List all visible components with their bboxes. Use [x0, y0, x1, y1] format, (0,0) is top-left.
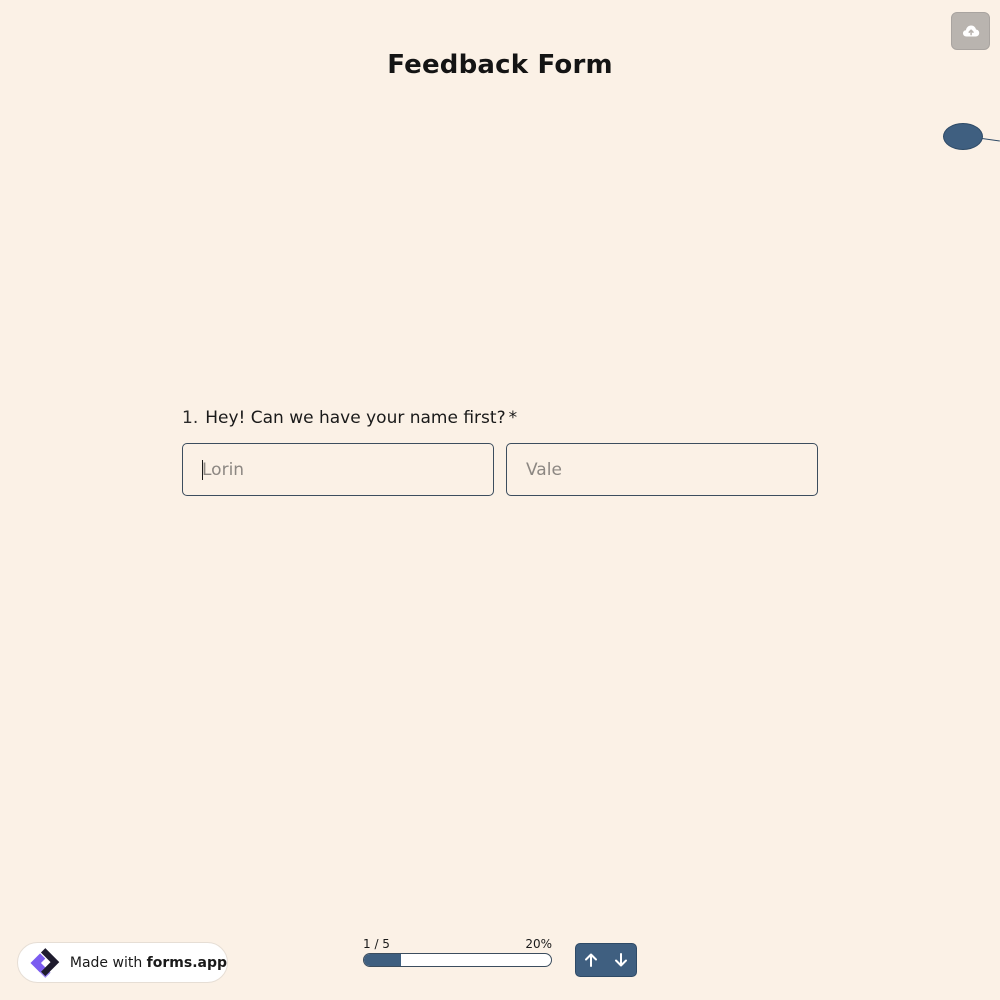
- progress-bar-fill: [364, 954, 402, 966]
- progress-labels: 1 / 5 20%: [363, 936, 552, 952]
- form-page: Feedback Form 1. Hey! Can we have your n…: [0, 0, 1000, 1000]
- made-with-badge[interactable]: Made with forms.app: [17, 942, 228, 983]
- decorative-line: [981, 138, 1000, 142]
- text-caret: [202, 460, 203, 480]
- arrow-down-icon: [615, 953, 627, 967]
- question-text-content: Hey! Can we have your name first?: [205, 408, 506, 428]
- badge-text: Made with forms.app: [70, 955, 227, 971]
- question-navigation: [575, 943, 637, 977]
- progress-step-label: 1 / 5: [363, 937, 390, 951]
- forms-app-logo-icon: [30, 947, 60, 978]
- progress-bar: [363, 953, 552, 967]
- required-marker: *: [508, 408, 518, 428]
- cloud-upload-icon: [962, 25, 979, 37]
- last-name-input[interactable]: [506, 443, 818, 496]
- form-title: Feedback Form: [387, 50, 613, 80]
- previous-question-button[interactable]: [578, 946, 604, 974]
- arrow-up-icon: [585, 953, 597, 967]
- first-name-input[interactable]: [182, 443, 494, 496]
- badge-brand: forms.app: [146, 954, 227, 971]
- question-text: Hey! Can we have your name first? *: [205, 408, 517, 428]
- next-question-button[interactable]: [608, 946, 634, 974]
- decorative-blob: [943, 123, 983, 150]
- upload-button[interactable]: [951, 12, 990, 50]
- progress-indicator: 1 / 5 20%: [363, 936, 552, 967]
- question-label: 1. Hey! Can we have your name first? *: [182, 408, 517, 428]
- question-number: 1.: [182, 408, 199, 428]
- badge-prefix: Made with: [69, 954, 143, 971]
- progress-percent-label: 20%: [525, 937, 552, 951]
